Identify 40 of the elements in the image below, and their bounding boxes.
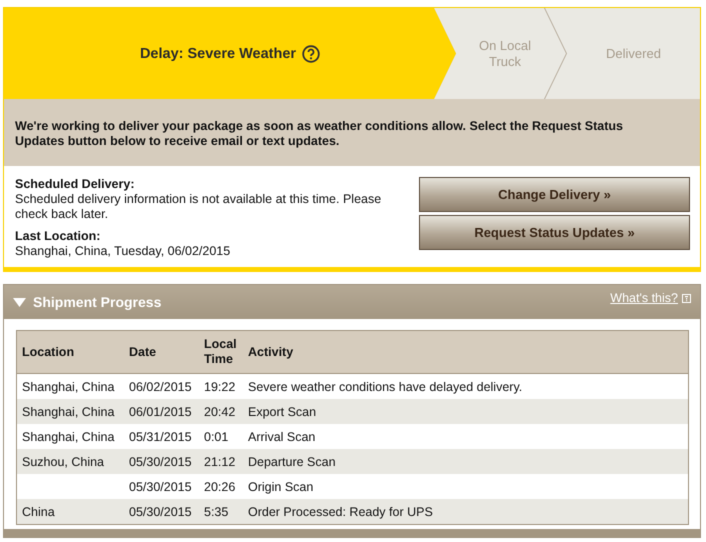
table-cell: Origin Scan: [248, 480, 314, 494]
popup-icon: [682, 294, 691, 302]
progress-step: Delay: Severe Weather: [4, 8, 456, 99]
progress-step: Delivered: [545, 8, 700, 99]
table-cell: Suzhou, China: [22, 454, 104, 468]
table-cell: 06/02/2015: [129, 380, 192, 394]
table-cell: 0:01: [204, 430, 228, 444]
column-header: Location: [16, 330, 124, 374]
section-title: Shipment Progress: [33, 294, 162, 310]
table-cell: Shanghai, China: [22, 404, 114, 418]
table-cell: Departure Scan: [248, 454, 336, 468]
column-header: Date: [124, 330, 199, 374]
table-cell: Severe weather conditions have delayed delivery.: [248, 380, 522, 394]
table-cell: 21:12: [204, 454, 236, 468]
help-icon[interactable]: [302, 44, 320, 62]
table-cell: Export Scan: [248, 404, 316, 418]
table-cell: 06/01/2015: [129, 404, 192, 418]
action-button[interactable]: Change Delivery »: [419, 177, 690, 212]
table-cell: 5:35: [204, 504, 228, 518]
table-cell: Shanghai, China: [22, 380, 114, 394]
column-header: Local Time: [199, 330, 243, 374]
table-cell: Arrival Scan: [248, 430, 316, 444]
table-cell: 05/30/2015: [129, 504, 192, 518]
status-message: We're working to deliver your package as soon as weather conditions allow. Select the Request Status Updates button below to receive email or text updates.: [4, 99, 700, 166]
table-cell: 05/31/2015: [129, 430, 192, 444]
table-cell: 05/30/2015: [129, 480, 192, 494]
detail-label: Scheduled Delivery:: [15, 177, 136, 192]
table-cell: Order Processed: Ready for UPS: [248, 504, 433, 518]
expand-triangle-icon: [13, 298, 26, 306]
table-cell: 20:26: [204, 480, 236, 494]
table-cell: Shanghai, China: [22, 430, 114, 444]
table-cell: China: [22, 504, 55, 518]
action-button[interactable]: Request Status Updates »: [419, 215, 690, 250]
table-cell: 19:22: [204, 380, 236, 394]
table-cell: 20:42: [204, 404, 236, 418]
detail-label: Last Location:: [15, 229, 102, 244]
detail-value: Scheduled delivery information is not available at this time. Please check back later.: [15, 192, 382, 222]
detail-value: Shanghai, China, Tuesday, 06/02/2015: [15, 244, 232, 259]
column-header: Activity: [243, 330, 688, 374]
table-cell: 05/30/2015: [129, 454, 192, 468]
